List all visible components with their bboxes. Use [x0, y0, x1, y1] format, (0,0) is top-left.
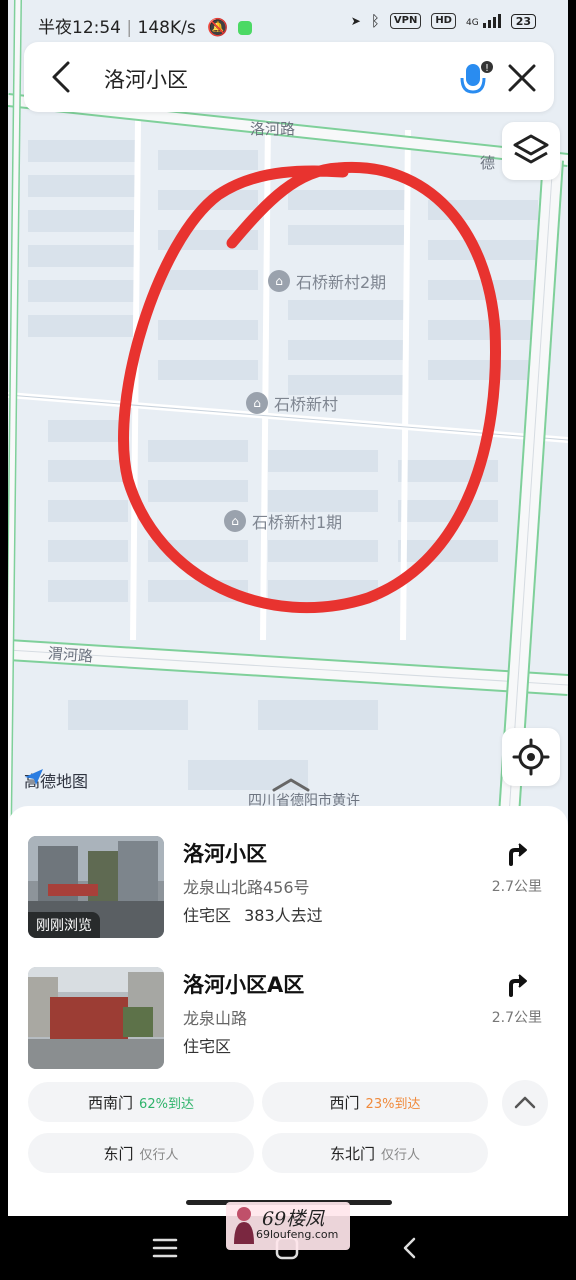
gate-chip-east[interactable]: 东门 仅行人 — [28, 1133, 254, 1173]
gate-chip-northeast[interactable]: 东北门 仅行人 — [262, 1133, 488, 1173]
poi-label: 石桥新村2期 — [296, 273, 387, 292]
result-title: 洛河小区A区 — [183, 973, 305, 997]
amap-logo: 高德地图 — [24, 768, 88, 792]
recently-viewed-badge: 刚刚浏览 — [28, 912, 100, 938]
results-sheet: 刚刚浏览 洛河小区 龙泉山北路456号 住宅区 383人去过 2.7公里 洛河小… — [8, 778, 568, 1216]
search-query[interactable]: 洛河小区 — [104, 64, 188, 94]
watermark-url: 69loufeng.com — [256, 1228, 339, 1241]
poi-label: 石桥新村1期 — [252, 513, 343, 532]
vpn-badge: VPN — [389, 13, 422, 29]
network-speed: 148K/s — [137, 18, 196, 38]
watermark: 69楼凤 69loufeng.com — [226, 1202, 350, 1250]
close-icon[interactable] — [504, 60, 540, 96]
gate-tag: 仅行人 — [139, 1147, 179, 1163]
gate-name: 东北门 — [329, 1144, 375, 1163]
result-thumbnail: 刚刚浏览 — [28, 836, 164, 938]
hd-badge: HD — [431, 13, 456, 29]
gate-tag: 仅行人 — [381, 1147, 421, 1163]
search-bar: 洛河小区 ! — [24, 42, 554, 112]
route-icon[interactable] — [500, 836, 534, 870]
my-location-button[interactable] — [502, 728, 560, 786]
watermark-figure-icon — [234, 1207, 254, 1244]
status-time: 半夜12:54 — [38, 18, 121, 38]
poi-shiqiao-phase1[interactable]: ⌂ 石桥新村1期 — [224, 509, 342, 533]
road-label-weihe: 渭河路 — [47, 644, 94, 666]
map-layers-button[interactable] — [502, 122, 560, 180]
gate-name: 东门 — [103, 1144, 134, 1163]
result-title: 洛河小区 — [183, 842, 267, 866]
result-photo — [28, 967, 164, 1069]
status-time-speed: 半夜12:54 | 148K/s 🔕 — [38, 13, 252, 38]
mute-icon: 🔕 — [207, 18, 229, 38]
result-distance: 2.7公里 — [491, 1010, 542, 1026]
result-address: 龙泉山北路456号 — [183, 878, 310, 897]
menu-icon[interactable] — [150, 1234, 180, 1262]
residential-icon: ⌂ — [268, 270, 290, 292]
status-bar: 半夜12:54 | 148K/s 🔕 ➤ ᛒ VPN HD 4G 23 — [0, 0, 576, 46]
gate-chip-southwest[interactable]: 西南门 62%到达 — [28, 1082, 254, 1122]
battery-level: 23 — [515, 14, 531, 28]
chevron-up-icon — [514, 1096, 536, 1109]
gate-name: 西南门 — [88, 1093, 134, 1112]
location-arrow-icon: ➤ — [350, 14, 361, 28]
result-distance: 2.7公里 — [491, 879, 542, 895]
gate-tag: 23%到达 — [365, 1096, 421, 1112]
watermark-main: 69楼凤 — [262, 1208, 325, 1230]
network-type: 4G — [465, 18, 479, 28]
app-notification-icon — [237, 21, 252, 35]
back-arrow-icon[interactable] — [48, 60, 76, 94]
result-item[interactable]: 刚刚浏览 洛河小区 龙泉山北路456号 住宅区 383人去过 2.7公里 — [28, 836, 548, 940]
locate-icon — [512, 738, 550, 776]
svg-text:!: ! — [485, 63, 489, 74]
gate-name: 西门 — [329, 1093, 360, 1112]
layers-icon — [513, 134, 549, 164]
gate-chip-west[interactable]: 西门 23%到达 — [262, 1082, 488, 1122]
sheet-drag-handle[interactable] — [270, 776, 312, 794]
poi-label: 石桥新村 — [274, 395, 339, 414]
gate-tag: 62%到达 — [139, 1096, 194, 1112]
amap-logo-icon — [25, 769, 43, 785]
result-visits: 383人去过 — [244, 906, 323, 925]
result-type: 住宅区 — [183, 906, 232, 925]
result-meta: 住宅区 383人去过 — [183, 902, 323, 926]
residential-icon: ⌂ — [246, 392, 268, 414]
result-thumbnail — [28, 967, 164, 1069]
back-icon[interactable] — [396, 1234, 426, 1262]
poi-shiqiao[interactable]: ⌂ 石桥新村 — [246, 391, 338, 415]
poi-shiqiao-phase2[interactable]: ⌂ 石桥新村2期 — [268, 269, 386, 293]
system-navigation-bar: 69楼凤 69loufeng.com — [0, 1202, 576, 1280]
status-icons: ➤ ᛒ VPN HD 4G 23 — [351, 12, 536, 30]
battery-icon: 23 — [510, 13, 536, 29]
road-label-de: 德 — [480, 154, 496, 172]
residential-icon: ⌂ — [224, 510, 246, 532]
road-label-luohe: 洛河路 — [250, 120, 296, 138]
route-icon[interactable] — [500, 967, 534, 1001]
result-address: 龙泉山路 — [183, 1009, 248, 1028]
result-item[interactable]: 洛河小区A区 龙泉山路 住宅区 2.7公里 — [28, 967, 548, 1071]
bluetooth-icon: ᛒ — [370, 12, 380, 30]
voice-input-icon[interactable]: ! — [456, 58, 496, 98]
map-view[interactable]: 洛河路 德 渭河路 ⌂ 石桥新村2期 ⌂ 石桥新村 ⌂ 石桥新村1期 四川省德阳… — [8, 0, 568, 830]
collapse-gates-button[interactable] — [502, 1080, 548, 1126]
signal-icon: 4G — [466, 14, 501, 28]
result-type: 住宅区 — [183, 1037, 232, 1056]
